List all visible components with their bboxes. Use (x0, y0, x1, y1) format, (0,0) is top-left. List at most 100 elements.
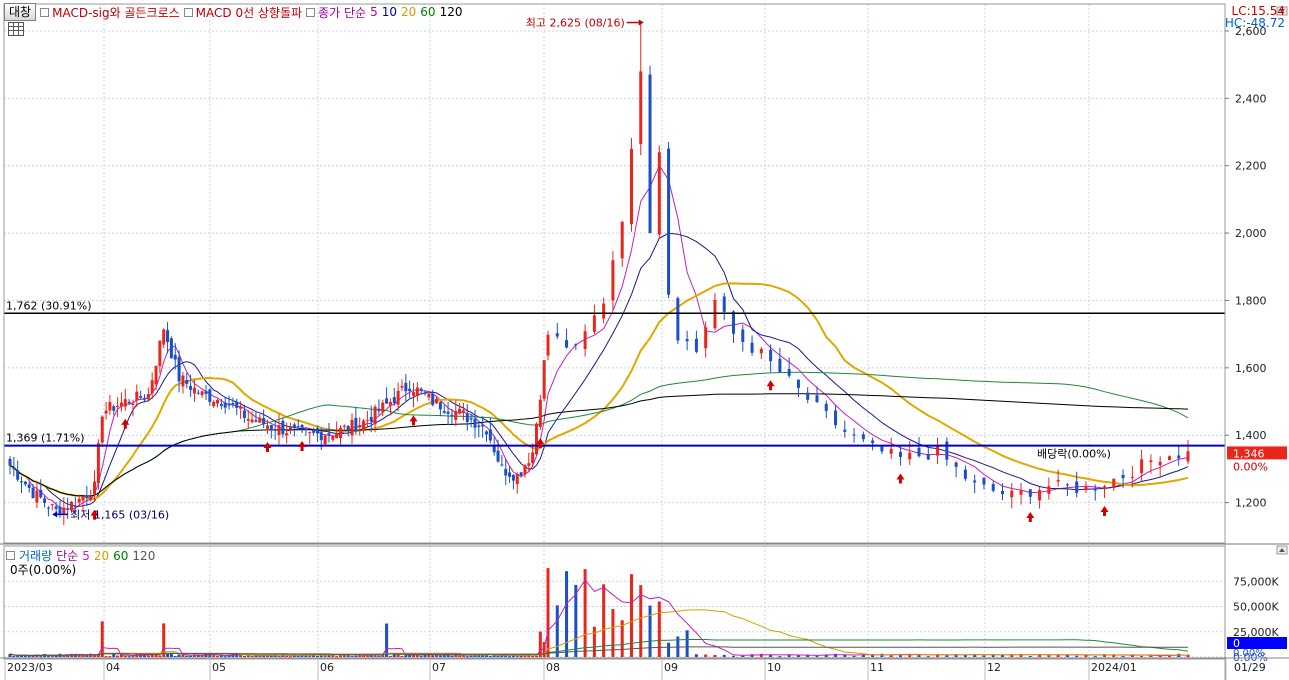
candle-body (485, 431, 489, 435)
price-tick-label: 2,400 (1235, 92, 1267, 105)
last-price-text: 1,346 (1233, 447, 1265, 460)
last-price-pct: 0.00% (1233, 460, 1268, 473)
candle-body (146, 394, 150, 400)
indicator-macd-sig[interactable]: MACD-sig와 골든크로스 (40, 4, 180, 21)
candle-body (806, 392, 810, 400)
x-tick-label: 05 (212, 661, 226, 674)
candle-body (277, 425, 281, 435)
candle-body (1149, 460, 1153, 463)
candle-body (200, 391, 204, 396)
candle-body (381, 402, 385, 413)
indicator-macd-zero[interactable]: MACD 0선 상향돌파 (183, 4, 302, 21)
candle-body (335, 433, 339, 439)
candle-body (442, 411, 446, 413)
candle-body (212, 401, 216, 407)
indicator-ma[interactable]: 종가 단순 (306, 4, 366, 21)
candle-body (427, 393, 431, 398)
candle-body (342, 425, 346, 427)
volume-bar (54, 655, 58, 657)
candle-body (43, 498, 47, 503)
volume-bar (982, 655, 986, 657)
indicator-legend: 대창 MACD-sig와 골든크로스 MACD 0선 상향돌파 종가 단순 5 … (4, 3, 462, 21)
volume-bar (158, 655, 162, 657)
volume-bar (27, 656, 31, 658)
candle-body (889, 448, 893, 454)
candle-body (385, 398, 389, 404)
ma-period-5: 5 (370, 5, 378, 19)
table-grid-icon[interactable] (8, 22, 24, 36)
candle-body (1084, 486, 1088, 491)
volume-bar (166, 653, 170, 657)
volume-bar (250, 655, 254, 657)
price-volume-chart[interactable]: 1,2001,4001,6001,8002,0002,2002,4002,600… (0, 0, 1289, 680)
candle-body (1028, 489, 1032, 497)
candle-body (488, 429, 492, 441)
volume-ma-120: 120 (132, 548, 156, 563)
candle-body (31, 487, 35, 499)
candle-body (296, 426, 300, 428)
candle-body (312, 430, 316, 433)
candle-body (446, 411, 450, 414)
price-tick-label: 2,200 (1235, 160, 1267, 173)
candle-body (289, 427, 293, 430)
indicator-checkbox[interactable] (183, 7, 193, 17)
volume-bar (12, 656, 16, 658)
indicator-checkbox[interactable] (306, 7, 316, 17)
candle-body (1103, 486, 1107, 490)
candle-body (1093, 489, 1097, 491)
candle-body (169, 338, 173, 359)
candle-body (404, 382, 408, 392)
candle-body (555, 333, 559, 337)
candle-body (354, 417, 358, 432)
candle-body (504, 468, 508, 476)
candle-body (542, 360, 546, 399)
price-tick-label: 1,400 (1235, 429, 1267, 442)
volume-bar (1075, 655, 1079, 657)
candle-body (16, 470, 20, 480)
price-tick-label: 1,200 (1235, 497, 1267, 510)
candle-body (315, 428, 319, 434)
volume-bar (1140, 655, 1144, 657)
candle-body (945, 441, 949, 460)
candle-body (1177, 455, 1181, 459)
volume-bar (112, 653, 116, 657)
volume-bar (100, 621, 104, 657)
candle-body (461, 410, 465, 413)
volume-bar (787, 654, 791, 657)
candle-body (39, 489, 43, 498)
volume-bar (419, 655, 423, 657)
volume-bar (39, 656, 43, 658)
price-tick-label: 1,800 (1235, 294, 1267, 307)
volume-bar (741, 655, 745, 657)
volume-bar (20, 655, 24, 657)
toggle-button[interactable]: 대창 (4, 3, 37, 21)
candle-body (139, 396, 143, 398)
volume-bar (1149, 655, 1153, 657)
candle-body (242, 410, 246, 418)
candle-body (676, 298, 680, 341)
candle-body (759, 348, 763, 354)
level-label-high: 1,762 (30.91%) (6, 299, 92, 312)
volume-bar (538, 631, 542, 657)
candle-body (523, 465, 527, 475)
candle-body (327, 433, 331, 435)
candle-body (473, 418, 477, 428)
candle-body (936, 445, 940, 456)
candle-body (834, 410, 838, 426)
x-tick-label: 01/29 (1234, 661, 1266, 674)
candle-body (285, 433, 289, 436)
dividend-annotation: 배당락(0.00%) (1037, 447, 1111, 460)
volume-bar (104, 656, 108, 658)
candle-body (750, 342, 754, 353)
candle-body (648, 74, 652, 234)
candle-body (100, 416, 104, 443)
candle-body (331, 436, 335, 440)
candle-body (112, 406, 116, 411)
volume-bar (722, 654, 726, 657)
candle-body (388, 401, 392, 406)
candle-body (308, 431, 312, 433)
volume-checkbox[interactable] (6, 551, 15, 560)
indicator-checkbox[interactable] (40, 7, 50, 17)
candle-body (135, 391, 139, 401)
candle-body (1056, 479, 1060, 482)
